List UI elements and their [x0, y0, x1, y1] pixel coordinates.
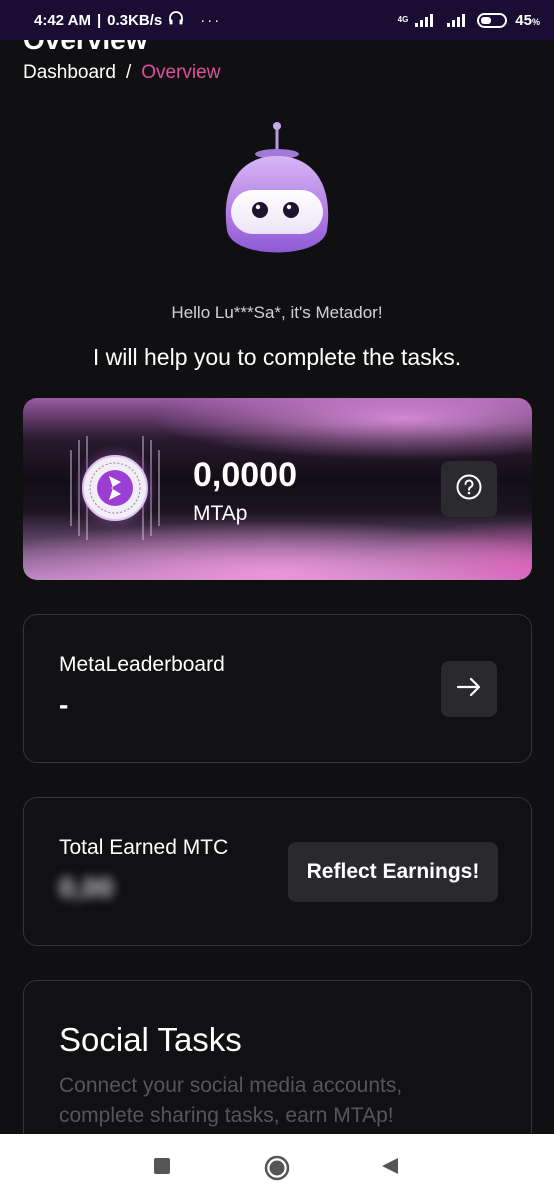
earned-value: 0,00: [59, 872, 114, 903]
battery-percent: 45%: [515, 11, 540, 29]
greeting-text: Hello Lu***Sa*, it's Metador!: [171, 303, 383, 322]
signal-icon-2: [447, 13, 466, 27]
leaderboard-card[interactable]: MetaLeaderboard -: [23, 614, 532, 763]
back-button[interactable]: [380, 1156, 400, 1181]
signal-icon: [415, 13, 434, 27]
system-nav-bar: [0, 1134, 554, 1200]
status-right: 4G 45%: [398, 12, 540, 29]
status-divider: |: [96, 11, 102, 29]
status-time: 4:42 AM: [34, 11, 91, 29]
robot-mascot: [215, 120, 339, 270]
earned-card: Total Earned MTC 0,00 Reflect Earnings!: [23, 797, 532, 946]
battery-icon: [477, 12, 508, 28]
breadcrumb-dashboard[interactable]: Dashboard: [23, 62, 116, 84]
battery-fill: [481, 16, 492, 24]
home-icon: [263, 1154, 291, 1187]
leaderboard-open-button[interactable]: [441, 661, 497, 717]
status-more-dots: ···: [200, 11, 222, 29]
coin-logo: [63, 432, 167, 544]
balance-card: 0,0000 MTAp: [23, 398, 532, 580]
home-button[interactable]: [263, 1154, 291, 1187]
arrow-right-icon: [455, 673, 483, 706]
leaderboard-title: MetaLeaderboard: [59, 653, 225, 676]
network-type: 4G: [397, 15, 409, 24]
balance-unit: MTAp: [193, 502, 248, 525]
reflect-earnings-button[interactable]: Reflect Earnings!: [288, 842, 498, 902]
status-left: 4:42 AM | 0.3KB/s ···: [34, 10, 221, 30]
recent-apps-icon: [152, 1156, 172, 1181]
social-tasks-title: Social Tasks: [59, 1021, 242, 1058]
earned-title: Total Earned MTC: [59, 836, 229, 859]
breadcrumb: Dashboard / Overview: [23, 62, 220, 84]
status-speed: 0.3KB/s: [107, 11, 163, 29]
recent-apps-button[interactable]: [152, 1156, 172, 1181]
help-icon: [455, 473, 483, 506]
breadcrumb-separator: /: [125, 62, 132, 83]
balance-value: 0,0000: [193, 456, 297, 494]
help-button[interactable]: [441, 461, 497, 517]
social-tasks-description: Connect your social media accounts, comp…: [59, 1074, 403, 1127]
breadcrumb-overview: Overview: [141, 62, 221, 83]
status-bar: 4:42 AM | 0.3KB/s ··· 4G 45%: [0, 0, 554, 40]
headline-text: I will help you to complete the tasks.: [92, 344, 462, 370]
back-icon: [380, 1156, 400, 1181]
leaderboard-rank: -: [59, 689, 69, 720]
headphones-icon: [168, 10, 184, 30]
